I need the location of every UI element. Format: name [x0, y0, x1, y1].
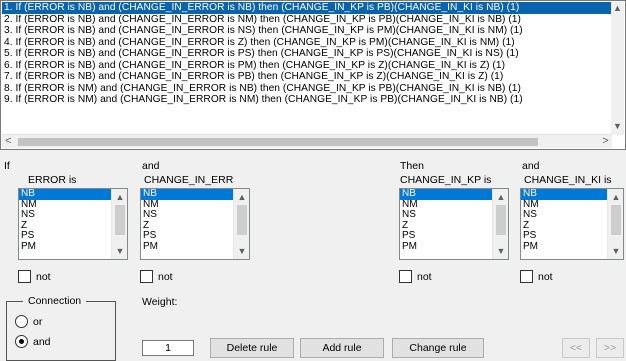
scroll-up-icon[interactable]: ▲	[493, 190, 508, 204]
checkbox-box[interactable]	[520, 270, 533, 283]
scrollbar-thumb[interactable]	[115, 205, 125, 235]
and-radio-label: and	[33, 335, 51, 348]
scroll-down-icon[interactable]: ▼	[234, 244, 249, 258]
change-in-error-listbox[interactable]: NB NM NS Z PS PM ▲ ▼	[140, 188, 250, 260]
rule-item[interactable]: 2. If (ERROR is NB) and (CHANGE_IN_ERROR…	[2, 14, 612, 26]
change-rule-button[interactable]: Change rule	[392, 338, 484, 358]
checkbox-box[interactable]	[140, 270, 153, 283]
weight-input[interactable]: 1	[142, 340, 194, 356]
change-in-kp-not-checkbox[interactable]: not	[399, 270, 432, 284]
scroll-down-icon[interactable]: ▼	[493, 244, 508, 258]
scroll-up-icon[interactable]: ▲	[234, 190, 249, 204]
error-label: ERROR is	[28, 174, 77, 186]
connection-group: Connection or and	[6, 295, 116, 361]
or-label: or	[33, 315, 43, 328]
and-label: and	[142, 160, 160, 172]
not-label: not	[417, 270, 432, 283]
rule-item[interactable]: 7. If (ERROR is NB) and (CHANGE_IN_ERROR…	[2, 71, 612, 83]
connection-title: Connection	[23, 295, 87, 307]
rules-listbox[interactable]: 1. If (ERROR is NB) and (CHANGE_IN_ERROR…	[0, 0, 626, 150]
rules-list[interactable]: 1. If (ERROR is NB) and (CHANGE_IN_ERROR…	[2, 2, 612, 135]
change-in-kp-label: CHANGE_IN_KP is	[400, 174, 492, 186]
or-radio[interactable]: or	[15, 315, 42, 328]
scroll-right-icon[interactable]: >	[599, 135, 612, 148]
scrollbar-thumb[interactable]	[18, 138, 538, 146]
then-label: Then	[400, 160, 424, 172]
scroll-up-icon[interactable]: ▲	[611, 2, 624, 15]
checkbox-box[interactable]	[18, 270, 31, 283]
rule-item[interactable]: 5. If (ERROR is NB) and (CHANGE_IN_ERROR…	[2, 48, 612, 60]
next-button[interactable]: >>	[596, 338, 624, 358]
rule-item[interactable]: 4. If (ERROR is NB) and (CHANGE_IN_ERROR…	[2, 37, 612, 49]
radio-dot[interactable]	[15, 335, 28, 348]
delete-rule-button[interactable]: Delete rule	[210, 338, 294, 358]
change-in-error-not-checkbox[interactable]: not	[140, 270, 173, 284]
rule-item[interactable]: 9. If (ERROR is NM) and (CHANGE_IN_ERROR…	[2, 94, 612, 106]
if-label: If	[4, 160, 10, 172]
change-in-error-label: CHANGE_IN_ERR	[144, 174, 234, 186]
weight-label: Weight:	[142, 296, 178, 308]
rule-item[interactable]: 8. If (ERROR is NM) and (CHANGE_IN_ERROR…	[2, 83, 612, 95]
scroll-down-icon[interactable]: ▼	[608, 244, 623, 258]
radio-dot[interactable]	[15, 315, 28, 328]
scroll-left-icon[interactable]: <	[2, 135, 15, 148]
change-in-ki-not-checkbox[interactable]: not	[520, 270, 553, 284]
change-in-ki-label: CHANGE_IN_KI is	[524, 174, 612, 186]
listbox-scrollbar[interactable]: ▲ ▼	[111, 189, 127, 259]
scroll-down-icon[interactable]: ▼	[112, 244, 127, 258]
scroll-up-icon[interactable]: ▲	[608, 190, 623, 204]
not-label: not	[36, 270, 51, 283]
listbox-scrollbar[interactable]: ▲ ▼	[607, 189, 623, 259]
and-output-label: and	[522, 160, 540, 172]
and-radio[interactable]: and	[15, 335, 51, 348]
not-label: not	[538, 270, 553, 283]
add-rule-button[interactable]: Add rule	[300, 338, 384, 358]
rules-horizontal-scrollbar[interactable]: < >	[2, 134, 612, 148]
listbox-scrollbar[interactable]: ▲ ▼	[233, 189, 249, 259]
rules-vertical-scrollbar[interactable]: ▲ ▼	[611, 2, 624, 135]
listbox-scrollbar[interactable]: ▲ ▼	[492, 189, 508, 259]
not-label: not	[158, 270, 173, 283]
scroll-down-icon[interactable]: ▼	[611, 120, 624, 133]
previous-button[interactable]: <<	[562, 338, 590, 358]
change-in-kp-listbox[interactable]: NB NM NS Z PS PM ▲ ▼	[399, 188, 509, 260]
rule-item[interactable]: 3. If (ERROR is NB) and (CHANGE_IN_ERROR…	[2, 25, 612, 37]
rule-item[interactable]: 1. If (ERROR is NB) and (CHANGE_IN_ERROR…	[2, 2, 612, 15]
error-not-checkbox[interactable]: not	[18, 270, 51, 284]
scrollbar-thumb[interactable]	[496, 205, 506, 235]
rule-item[interactable]: 6. If (ERROR is NB) and (CHANGE_IN_ERROR…	[2, 60, 612, 72]
scrollbar-thumb[interactable]	[611, 205, 621, 235]
checkbox-box[interactable]	[399, 270, 412, 283]
error-listbox[interactable]: NB NM NS Z PS PM ▲ ▼	[18, 188, 128, 260]
scroll-up-icon[interactable]: ▲	[112, 190, 127, 204]
change-in-ki-listbox[interactable]: NB NM NS Z PS PM ▲ ▼	[520, 188, 624, 260]
scrollbar-thumb[interactable]	[237, 205, 247, 235]
